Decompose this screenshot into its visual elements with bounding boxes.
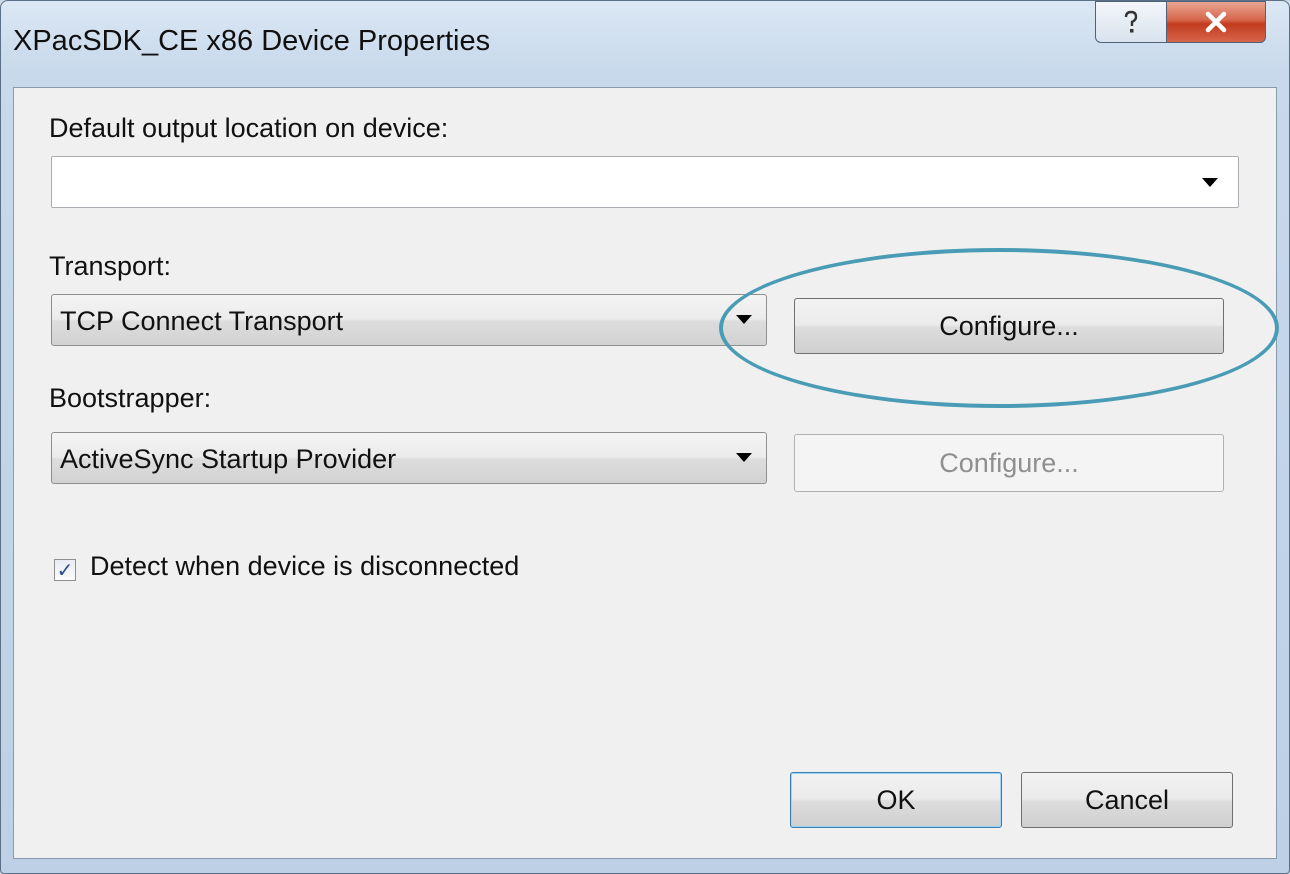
dropdown-arrow-icon[interactable] [736,315,752,324]
device-properties-dialog: XPacSDK_CE x86 Device Properties Default… [0,0,1290,874]
detect-disconnect-checkbox[interactable]: ✓ [54,559,76,582]
dropdown-arrow-icon[interactable] [736,453,752,462]
background-window-ghost [681,29,1041,49]
dialog-body: Default output location on device: Trans… [13,87,1277,859]
close-button[interactable] [1166,1,1266,43]
close-x-icon [1205,11,1227,33]
output-location-combo[interactable] [51,156,1239,208]
bootstrapper-selected-value: ActiveSync Startup Provider [60,444,397,474]
cancel-button[interactable]: Cancel [1021,772,1233,828]
transport-configure-button[interactable]: Configure... [794,298,1224,354]
transport-dropdown[interactable]: TCP Connect Transport [51,294,767,346]
title-bar[interactable]: XPacSDK_CE x86 Device Properties [1,1,1289,87]
checkmark-icon: ✓ [56,559,74,582]
detect-disconnect-label[interactable]: Detect when device is disconnected [90,551,519,582]
transport-selected-value: TCP Connect Transport [60,306,344,336]
question-mark-icon [1124,10,1138,33]
output-location-label: Default output location on device: [49,113,449,143]
bootstrapper-label: Bootstrapper: [49,383,212,413]
ok-button[interactable]: OK [790,772,1002,828]
transport-label: Transport: [49,251,172,281]
bootstrapper-dropdown[interactable]: ActiveSync Startup Provider [51,432,767,484]
window-title: XPacSDK_CE x86 Device Properties [13,25,491,57]
dropdown-arrow-icon[interactable] [1202,178,1218,187]
bootstrapper-configure-button: Configure... [794,434,1224,492]
help-button[interactable] [1095,1,1167,43]
